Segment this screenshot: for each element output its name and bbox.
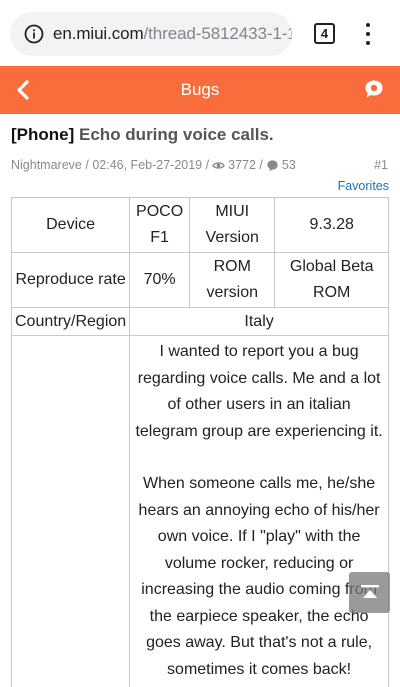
table-cell-label: Reproduce rate <box>10 252 131 308</box>
thread-title-text: Echo during voice calls. <box>79 125 274 144</box>
chat-bubble-icon[interactable] <box>363 78 385 100</box>
info-icon[interactable] <box>24 24 44 44</box>
forum-header: Bugs <box>0 66 400 114</box>
author-name[interactable]: Nightmareve <box>11 158 82 172</box>
view-count: 3772 <box>228 158 256 172</box>
floor-number: #1 <box>374 158 388 172</box>
table-cell-value: 9.3.28 <box>274 197 389 253</box>
browser-toolbar: en.miui.com/thread-5812433-1-1.h 4 <box>0 0 400 66</box>
post-datetime: 02:46, Feb-27-2019 <box>92 158 203 172</box>
address-bar[interactable]: en.miui.com/thread-5812433-1-1.h <box>10 12 292 56</box>
favorites-link[interactable]: Favorites <box>338 179 389 193</box>
meta-separator: / <box>205 158 210 172</box>
table-cell-label: ROM version <box>189 252 276 308</box>
url-path: /thread-5812433-1-1.h <box>143 24 292 43</box>
more-vert-icon[interactable] <box>360 21 376 47</box>
table-cell-label: Device <box>10 197 131 253</box>
page-title: Bugs <box>180 80 220 99</box>
post-paragraph: I wanted to report you a bug regarding v… <box>135 343 383 440</box>
reply-count: 53 <box>281 158 296 172</box>
eye-icon <box>212 161 225 169</box>
table-row: Country/Region Italy <box>10 307 389 336</box>
meta-separator: / <box>259 158 263 172</box>
table-cell-value: 70% <box>129 252 191 308</box>
tab-switcher-icon[interactable]: 4 <box>314 23 335 44</box>
thread-tag: [Phone] <box>11 125 75 144</box>
table-cell-value: Global Beta ROM <box>274 252 389 308</box>
url-text[interactable]: en.miui.com/thread-5812433-1-1.h <box>53 24 292 44</box>
post-paragraph: When someone calls me, he/she hears an a… <box>138 475 380 678</box>
table-cell-value: Italy <box>129 307 389 336</box>
table-cell-label: Country/Region <box>10 307 131 336</box>
table-row: Device POCO F1 MIUI Version 9.3.28 <box>10 197 389 253</box>
table-cell-label: MIUI Version <box>189 197 276 253</box>
table-row: Reproduce rate 70% ROM version Global Be… <box>10 252 389 308</box>
table-cell-value: POCO F1 <box>129 197 191 253</box>
bug-report-table: Device POCO F1 MIUI Version 9.3.28 Repro… <box>10 197 389 687</box>
table-row: I wanted to report you a bug regarding v… <box>10 335 389 687</box>
post-body: I wanted to report you a bug regarding v… <box>129 335 389 687</box>
scroll-to-top-button[interactable] <box>349 572 390 613</box>
thread-title: [Phone] Echo during voice calls. <box>11 123 391 147</box>
thread-meta: Nightmareve / 02:46, Feb-27-2019 / 3772 … <box>11 158 296 172</box>
chevron-left-icon[interactable] <box>12 78 34 102</box>
scroll-to-top-icon <box>360 584 379 598</box>
tab-count: 4 <box>320 26 329 41</box>
comment-icon <box>267 159 278 171</box>
url-host: en.miui.com <box>53 24 144 43</box>
table-cell-empty <box>10 335 131 687</box>
